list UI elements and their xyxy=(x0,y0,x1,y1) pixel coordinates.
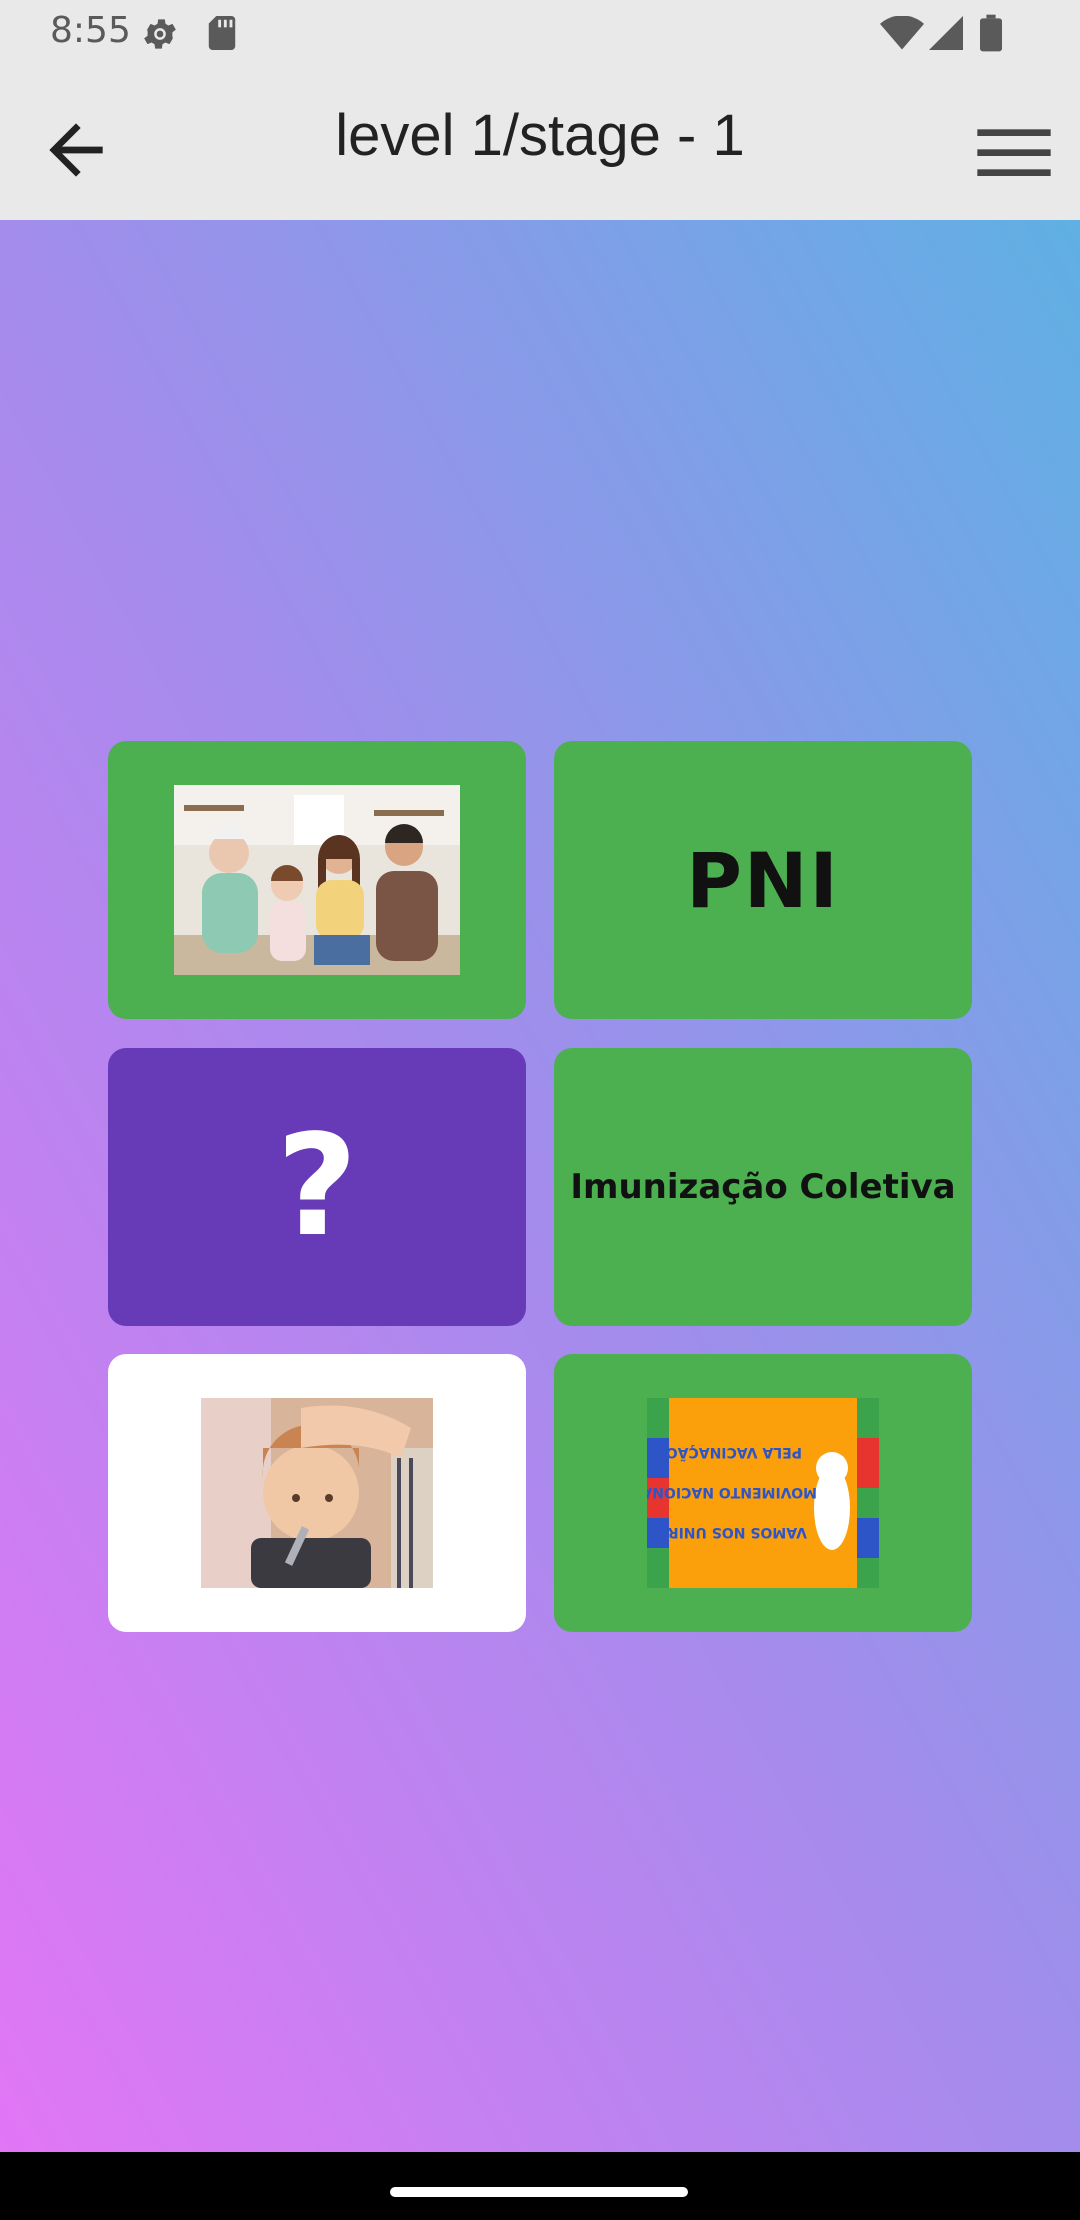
battery-icon xyxy=(980,14,1002,52)
memory-card-campaign-poster[interactable]: VAMOS NOS UNIR AO MOVIMENTO NACIONAL PEL… xyxy=(554,1354,972,1632)
game-area: PNI ? Imunização Coletiva VAMOS NOS UNIR… xyxy=(0,220,1080,2152)
hamburger-menu-icon xyxy=(977,129,1051,176)
app-bar: level 1/stage - 1 xyxy=(0,66,1080,220)
card-label-imunizacao: Imunização Coletiva xyxy=(570,1167,956,1207)
memory-card-pni[interactable]: PNI xyxy=(554,741,972,1019)
wifi-icon xyxy=(880,16,924,50)
poster-line-1: VAMOS NOS UNIR AO xyxy=(647,1524,807,1540)
status-bar: 8:55 xyxy=(0,0,1080,66)
home-gesture-handle[interactable] xyxy=(390,2187,688,2197)
memory-card-hidden[interactable]: ? xyxy=(108,1048,526,1326)
sick-child-thermometer-photo xyxy=(201,1398,433,1588)
family-vaccinated-photo xyxy=(174,785,460,975)
poster-line-3: PELA VACINAÇÃO xyxy=(666,1444,802,1461)
poster-line-2: MOVIMENTO NACIONAL xyxy=(647,1484,817,1500)
vaccination-campaign-poster: VAMOS NOS UNIR AO MOVIMENTO NACIONAL PEL… xyxy=(647,1398,879,1588)
memory-card-imunizacao-coletiva[interactable]: Imunização Coletiva xyxy=(554,1048,972,1326)
status-time: 8:55 xyxy=(50,10,131,51)
navigation-bar xyxy=(0,2152,1080,2220)
cell-signal-icon xyxy=(929,16,963,50)
question-mark: ? xyxy=(276,1105,358,1268)
settings-gear-icon xyxy=(144,19,176,49)
page-title: level 1/stage - 1 xyxy=(335,103,745,168)
card-label-pni: PNI xyxy=(686,835,840,925)
menu-button[interactable] xyxy=(974,116,1054,186)
memory-card-sick-child[interactable] xyxy=(108,1354,526,1632)
memory-card-family-photo[interactable] xyxy=(108,741,526,1019)
sd-card-icon xyxy=(208,16,236,50)
